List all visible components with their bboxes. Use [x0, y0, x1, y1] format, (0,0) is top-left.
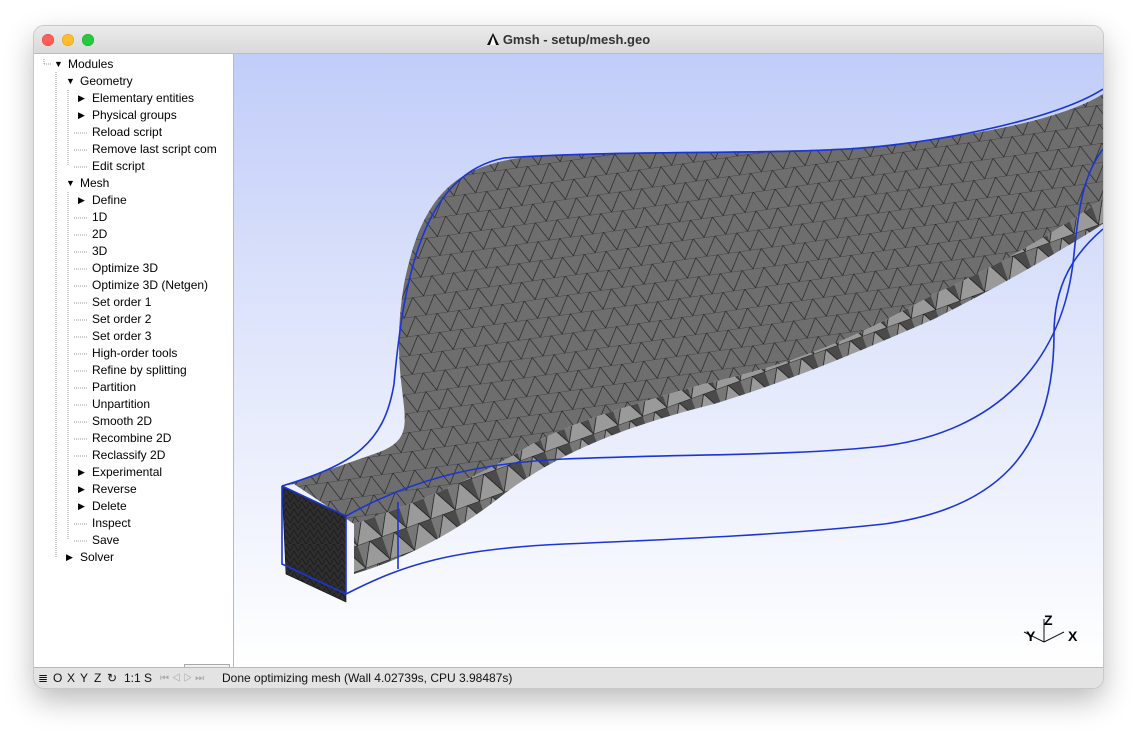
mesh-top-surface: [282, 94, 1103, 524]
collapsed-triangle-icon[interactable]: ▶: [78, 464, 85, 481]
tree-mesh-item[interactable]: ▶ Define: [78, 192, 127, 209]
tree-geometry-label: Geometry: [80, 74, 133, 88]
expanded-triangle-icon[interactable]: ▼: [66, 175, 75, 192]
tree-mesh-item-label: Set order 2: [92, 312, 152, 326]
tree-geometry[interactable]: ▼ Geometry: [66, 73, 133, 90]
tree-geometry-item-label: Physical groups: [92, 108, 177, 122]
tree-geometry-item-label: Reload script: [92, 125, 163, 139]
tree-mesh-item[interactable]: Optimize 3D: [92, 260, 158, 277]
tree-mesh-item-label: Refine by splitting: [92, 363, 187, 377]
title-bar: Gmsh - setup/mesh.geo: [34, 26, 1103, 54]
tree-geometry-item-label: Edit script: [92, 159, 145, 173]
axis-x-label: X: [1068, 628, 1078, 644]
tree-mesh-item-label: Set order 3: [92, 329, 152, 343]
gmsh-window: Gmsh - setup/mesh.geo ▼ Modules ▼ Geometry ▶…: [34, 26, 1103, 688]
origin-button[interactable]: O: [53, 668, 62, 688]
tree-solver[interactable]: ▶ Solver: [66, 549, 115, 566]
tree-geometry-item[interactable]: Reload script: [92, 124, 162, 141]
tree-modules[interactable]: ▼ Modules: [54, 56, 114, 73]
window-title-text: Gmsh - setup/mesh.geo: [502, 32, 651, 47]
gmsh-app-icon: [486, 33, 499, 45]
window-title: Gmsh - setup/mesh.geo: [34, 32, 1103, 47]
collapsed-triangle-icon[interactable]: ▶: [66, 549, 73, 566]
tree-mesh-item-label: Set order 1: [92, 295, 152, 309]
view-y-button[interactable]: Y: [80, 668, 88, 688]
tree-mesh-item-label: Unpartition: [92, 397, 151, 411]
tree-mesh-item[interactable]: ▶ Experimental: [78, 464, 163, 481]
tree-mesh-item[interactable]: Set order 3: [92, 328, 151, 345]
tree-geometry-item[interactable]: Remove last script com: [92, 141, 217, 158]
tree-mesh-item-label: Partition: [92, 380, 137, 394]
tree-mesh-item[interactable]: Reclassify 2D: [92, 447, 165, 464]
tree-mesh-item[interactable]: 3D: [92, 243, 107, 260]
tree-geometry-item[interactable]: Edit script: [92, 158, 145, 175]
tree-mesh-item[interactable]: Unpartition: [92, 396, 150, 413]
graphics-viewport[interactable]: Z Y X: [234, 54, 1103, 667]
axis-y-label: Y: [1026, 628, 1036, 644]
tree-mesh-item-label: Define: [92, 193, 127, 207]
tree-mesh-item-label: 3D: [92, 244, 108, 258]
mesh-scene[interactable]: [234, 54, 1103, 667]
tree-mesh-item-label: Recombine 2D: [92, 431, 172, 445]
collapsed-triangle-icon[interactable]: ▶: [78, 481, 85, 498]
tree-mesh-item-label: 1D: [92, 210, 108, 224]
tree-mesh-item-label: 2D: [92, 227, 108, 241]
tree-geometry-item[interactable]: ▶ Elementary entities: [78, 90, 195, 107]
status-message: Done optimizing mesh (Wall 4.02739s, CPU…: [222, 671, 513, 685]
tree-mesh-item-label: Optimize 3D (Netgen): [92, 278, 209, 292]
tree-mesh-item[interactable]: Optimize 3D (Netgen): [92, 277, 208, 294]
collapsed-triangle-icon[interactable]: ▶: [78, 192, 85, 209]
tree-mesh-item[interactable]: Partition: [92, 379, 136, 396]
tree-mesh-item[interactable]: Recombine 2D: [92, 430, 171, 447]
tree-mesh-item[interactable]: Refine by splitting: [92, 362, 187, 379]
tree-mesh-item[interactable]: Set order 1: [92, 294, 151, 311]
tree-mesh-item[interactable]: 1D: [92, 209, 107, 226]
tree-geometry-item-label: Elementary entities: [92, 91, 195, 105]
expanded-triangle-icon[interactable]: ▼: [66, 73, 75, 90]
tree-mesh-item[interactable]: 2D: [92, 226, 107, 243]
collapsed-triangle-icon[interactable]: ▶: [78, 90, 85, 107]
tree-solver-label: Solver: [80, 550, 115, 564]
tree-mesh-item-label: Experimental: [92, 465, 163, 479]
tree-mesh-item-label: High-order tools: [92, 346, 178, 360]
tree-mesh[interactable]: ▼ Mesh: [66, 175, 110, 192]
tree-mesh-item-label: Inspect: [92, 516, 131, 530]
collapsed-triangle-icon[interactable]: ▶: [78, 498, 85, 515]
tree-mesh-label: Mesh: [80, 176, 110, 190]
tree-mesh-item[interactable]: Inspect: [92, 515, 131, 532]
tree-mesh-item-label: Reclassify 2D: [92, 448, 166, 462]
expanded-triangle-icon[interactable]: ▼: [54, 56, 63, 73]
menu-icon[interactable]: ≣: [38, 668, 48, 688]
tree-mesh-item[interactable]: Save: [92, 532, 119, 549]
scale-button[interactable]: 1:1: [124, 668, 141, 688]
tree-geometry-item[interactable]: ▶ Physical groups: [78, 107, 177, 124]
tree-mesh-item-label: Reverse: [92, 482, 137, 496]
tree-mesh-item[interactable]: ▶ Delete: [78, 498, 127, 515]
tree-mesh-item-label: Smooth 2D: [92, 414, 153, 428]
view-z-button[interactable]: Z: [94, 668, 101, 688]
tree-modules-label: Modules: [68, 57, 114, 71]
module-tree[interactable]: ▼ Modules ▼ Geometry ▶ Elementary entities ▶ Ph…: [34, 54, 234, 688]
collapsed-triangle-icon[interactable]: ▶: [78, 107, 85, 124]
tree-mesh-item[interactable]: High-order tools: [92, 345, 177, 362]
tree-mesh-item-label: Optimize 3D: [92, 261, 159, 275]
rotate-icon[interactable]: ↻: [107, 668, 117, 688]
tree-mesh-item[interactable]: Smooth 2D: [92, 413, 152, 430]
tree-mesh-item-label: Delete: [92, 499, 127, 513]
tree-mesh-item[interactable]: ▶ Reverse: [78, 481, 137, 498]
axis-z-label: Z: [1044, 612, 1053, 628]
tree-mesh-item-label: Save: [92, 533, 120, 547]
status-bar: ≣ O X Y Z ↻ 1:1 S ⏮ ◁ ▷ ⏭ Done optimizin…: [34, 667, 1103, 688]
play-controls[interactable]: ⏮ ◁ ▷ ⏭: [160, 668, 204, 688]
view-x-button[interactable]: X: [67, 668, 75, 688]
tree-mesh-item[interactable]: Set order 2: [92, 311, 151, 328]
tree-geometry-item-label: Remove last script com: [92, 142, 217, 156]
select-button[interactable]: S: [144, 668, 152, 688]
